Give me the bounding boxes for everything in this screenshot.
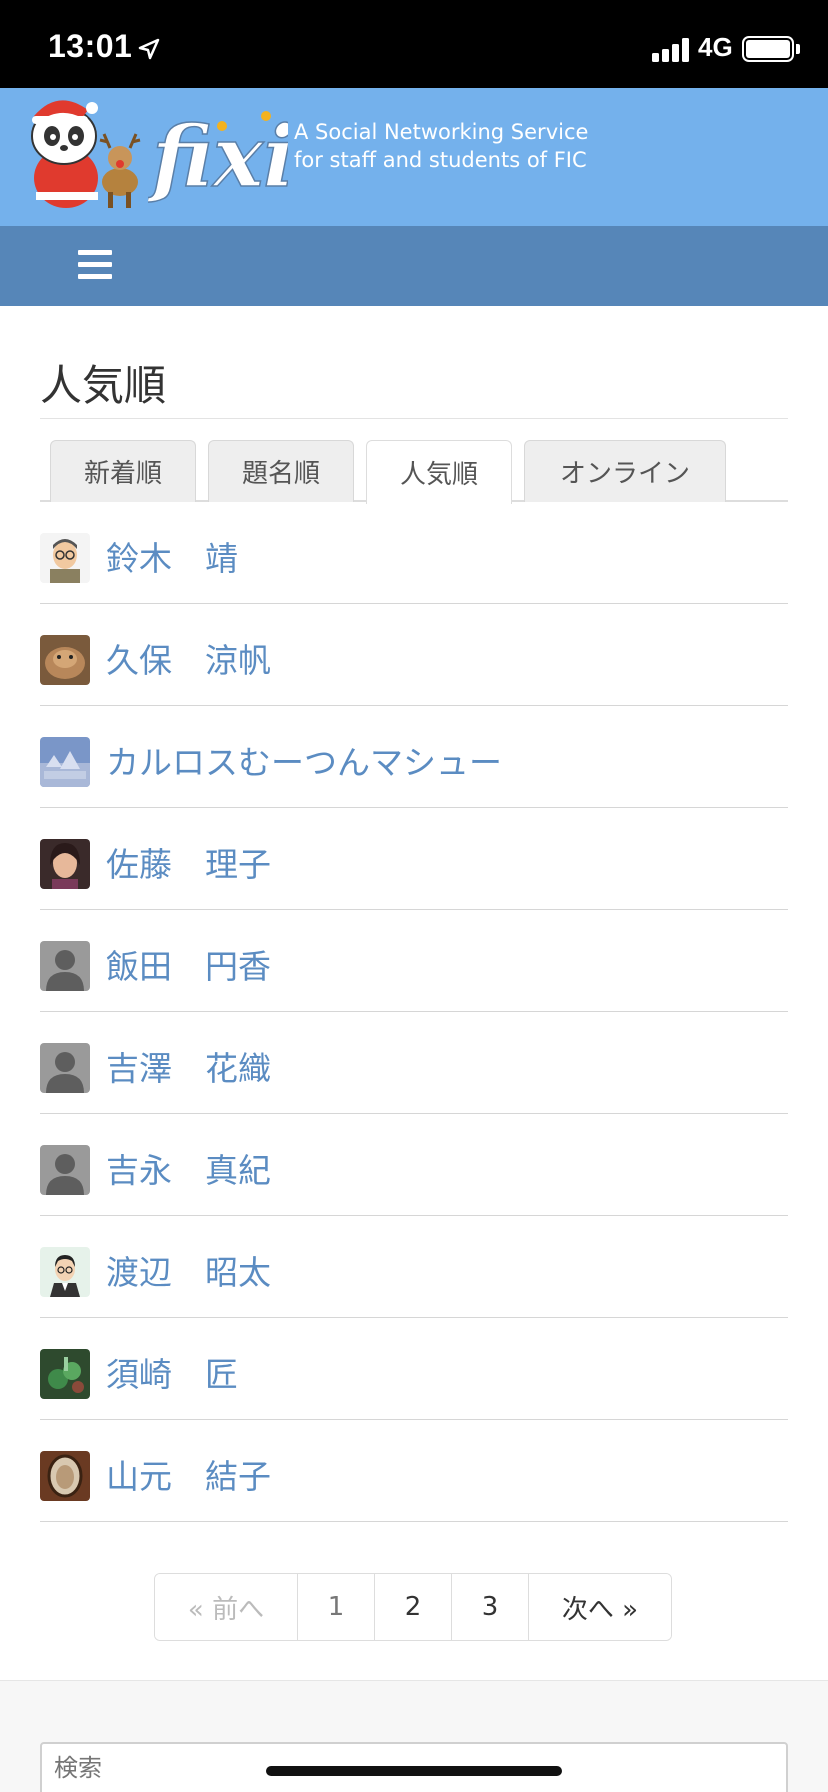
tab-popular[interactable]: 人気順 <box>366 440 512 504</box>
panda-santa-mascot-icon <box>31 100 141 208</box>
title-divider <box>40 418 788 419</box>
list-item[interactable]: 須崎 匠 <box>40 1318 788 1420</box>
pagination: « 前へ 1 2 3 次へ » <box>154 1573 672 1641</box>
navigation-bar <box>0 226 828 306</box>
hamburger-menu-icon[interactable] <box>78 250 112 280</box>
avatar-brown-oval-photo[interactable] <box>40 1451 90 1501</box>
list-item[interactable]: 鈴木 靖 <box>40 502 788 604</box>
member-list: 鈴木 靖 久保 涼帆 カルロスむーつんマシュー 佐藤 理子 飯田 円香 吉澤 花… <box>40 502 788 1522</box>
battery-cap <box>796 44 800 54</box>
avatar-blue-sky-photo[interactable] <box>40 737 90 787</box>
battery-icon <box>742 36 794 62</box>
member-name[interactable]: 吉澤 花織 <box>106 1042 271 1090</box>
member-name[interactable]: 鈴木 靖 <box>106 532 238 580</box>
home-indicator[interactable] <box>266 1766 562 1776</box>
list-item[interactable]: 久保 涼帆 <box>40 604 788 706</box>
list-item[interactable]: 飯田 円香 <box>40 910 788 1012</box>
pagination-page-2[interactable]: 2 <box>374 1574 451 1640</box>
pagination-page-1[interactable]: 1 <box>297 1574 374 1640</box>
location-arrow-icon <box>139 38 160 59</box>
member-name[interactable]: 吉永 真紀 <box>106 1144 271 1192</box>
avatar-woman-photo[interactable] <box>40 839 90 889</box>
avatar-default-icon[interactable] <box>40 1145 90 1195</box>
site-banner[interactable]: fixi A Social Networking Service for sta… <box>0 88 828 226</box>
tab-title[interactable]: 題名順 <box>208 440 354 502</box>
list-item[interactable]: 渡辺 昭太 <box>40 1216 788 1318</box>
member-name[interactable]: 山元 結子 <box>106 1450 271 1498</box>
list-item[interactable]: 山元 結子 <box>40 1420 788 1522</box>
sort-tabs: 新着順 題名順 人気順 オンライン <box>40 440 788 504</box>
member-name[interactable]: 佐藤 理子 <box>106 838 271 886</box>
status-bar: 13:01 4G <box>0 0 828 88</box>
avatar-default-icon[interactable] <box>40 941 90 991</box>
avatar-brown-animal-photo[interactable] <box>40 635 90 685</box>
network-type: 4G <box>698 32 733 62</box>
fixi-logo: fixi <box>148 106 288 207</box>
avatar-cartoon-man-glasses[interactable] <box>40 533 90 583</box>
cellular-signal-icon <box>652 38 690 62</box>
svg-text:fixi: fixi <box>148 107 288 206</box>
tab-newest[interactable]: 新着順 <box>50 440 196 502</box>
list-item[interactable]: 吉永 真紀 <box>40 1114 788 1216</box>
list-item[interactable]: カルロスむーつんマシュー <box>40 706 788 808</box>
pagination-prev: « 前へ <box>155 1574 297 1640</box>
clock-text: 13:01 <box>48 28 133 64</box>
member-name[interactable]: 飯田 円香 <box>106 940 271 988</box>
pagination-page-3[interactable]: 3 <box>451 1574 528 1640</box>
tagline-line-2: for staff and students of FIC <box>294 148 587 172</box>
page-title: 人気順 <box>40 361 167 410</box>
member-name[interactable]: 渡辺 昭太 <box>106 1246 271 1294</box>
status-time: 13:01 <box>48 28 160 65</box>
avatar-green-photo[interactable] <box>40 1349 90 1399</box>
site-tagline: A Social Networking Service for staff an… <box>294 118 588 174</box>
pagination-next[interactable]: 次へ » <box>528 1574 671 1640</box>
avatar-default-icon[interactable] <box>40 1043 90 1093</box>
avatar-cartoon-man-suit[interactable] <box>40 1247 90 1297</box>
tab-online[interactable]: オンライン <box>524 440 726 502</box>
list-item[interactable]: 吉澤 花織 <box>40 1012 788 1114</box>
list-item[interactable]: 佐藤 理子 <box>40 808 788 910</box>
member-name[interactable]: 須崎 匠 <box>106 1348 238 1396</box>
member-name[interactable]: 久保 涼帆 <box>106 634 271 682</box>
tagline-line-1: A Social Networking Service <box>294 120 589 144</box>
member-name[interactable]: カルロスむーつんマシュー <box>106 736 502 784</box>
